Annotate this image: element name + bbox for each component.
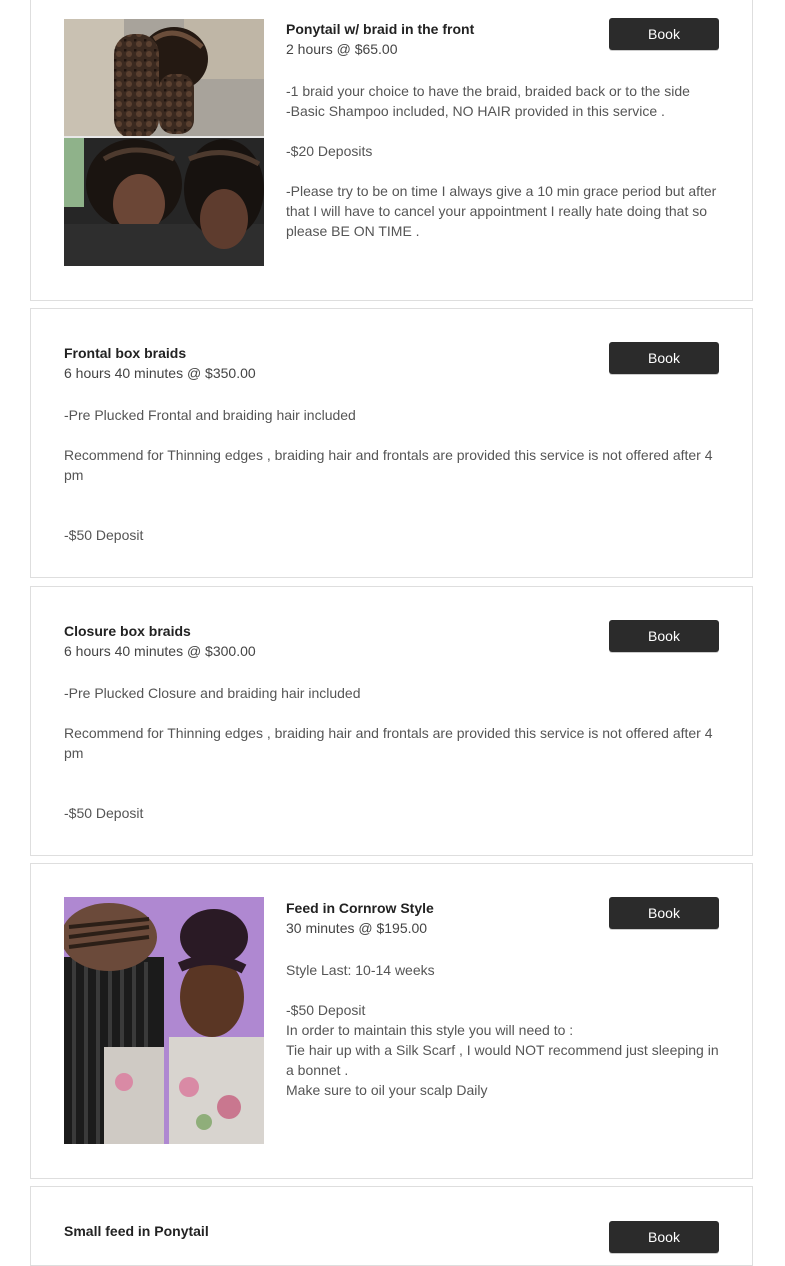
- description-line: -$20 Deposits: [286, 143, 373, 159]
- description-line: -Pre Plucked Closure and braiding hair i…: [64, 685, 361, 701]
- description-line: [64, 485, 719, 505]
- service-card: Small feed in Ponytail Book: [30, 1186, 753, 1266]
- description-line: -$50 Deposit: [64, 527, 144, 543]
- service-card: Ponytail w/ braid in the front 2 hours @…: [30, 0, 753, 301]
- description-line: Tie hair up with a Silk Scarf , I would …: [286, 1042, 719, 1078]
- description-line: Style Last: 10-14 weeks: [286, 962, 435, 978]
- service-card: Closure box braids 6 hours 40 minutes @ …: [30, 586, 753, 856]
- description-line: -1 braid your choice to have the braid, …: [286, 83, 690, 99]
- service-description: -Pre Plucked Frontal and braiding hair i…: [64, 405, 719, 545]
- book-button[interactable]: Book: [609, 620, 719, 652]
- book-button[interactable]: Book: [609, 1221, 719, 1253]
- description-line: [64, 783, 719, 803]
- description-line: -$50 Deposit: [64, 805, 144, 821]
- description-line: [286, 161, 719, 181]
- service-photo: [64, 19, 264, 266]
- description-line: Recommend for Thinning edges , braiding …: [64, 725, 713, 761]
- description-line: Make sure to oil your scalp Daily: [286, 1082, 488, 1098]
- description-line: [64, 505, 719, 525]
- description-line: [286, 980, 719, 1000]
- service-description: -1 braid your choice to have the braid, …: [286, 81, 719, 241]
- service-card: Feed in Cornrow Style 30 minutes @ $195.…: [30, 863, 753, 1179]
- description-line: -$50 Deposit: [286, 1002, 366, 1018]
- service-card: Frontal box braids 6 hours 40 minutes @ …: [30, 308, 753, 578]
- service-photo: [64, 897, 264, 1144]
- book-button[interactable]: Book: [609, 18, 719, 50]
- book-button[interactable]: Book: [609, 897, 719, 929]
- description-line: -Pre Plucked Frontal and braiding hair i…: [64, 407, 356, 423]
- description-line: [64, 703, 719, 723]
- service-details: Ponytail w/ braid in the front 2 hours @…: [286, 19, 719, 241]
- description-line: -Basic Shampoo included, NO HAIR provide…: [286, 103, 665, 119]
- description-line: -Please try to be on time I always give …: [286, 183, 717, 239]
- description-line: Recommend for Thinning edges , braiding …: [64, 447, 713, 483]
- service-description: -Pre Plucked Closure and braiding hair i…: [64, 683, 719, 823]
- book-button[interactable]: Book: [609, 342, 719, 374]
- description-line: In order to maintain this style you will…: [286, 1022, 574, 1038]
- description-line: [64, 763, 719, 783]
- description-line: [64, 425, 719, 445]
- service-description: Style Last: 10-14 weeks -$50 Deposit In …: [286, 960, 719, 1100]
- description-line: [286, 121, 719, 141]
